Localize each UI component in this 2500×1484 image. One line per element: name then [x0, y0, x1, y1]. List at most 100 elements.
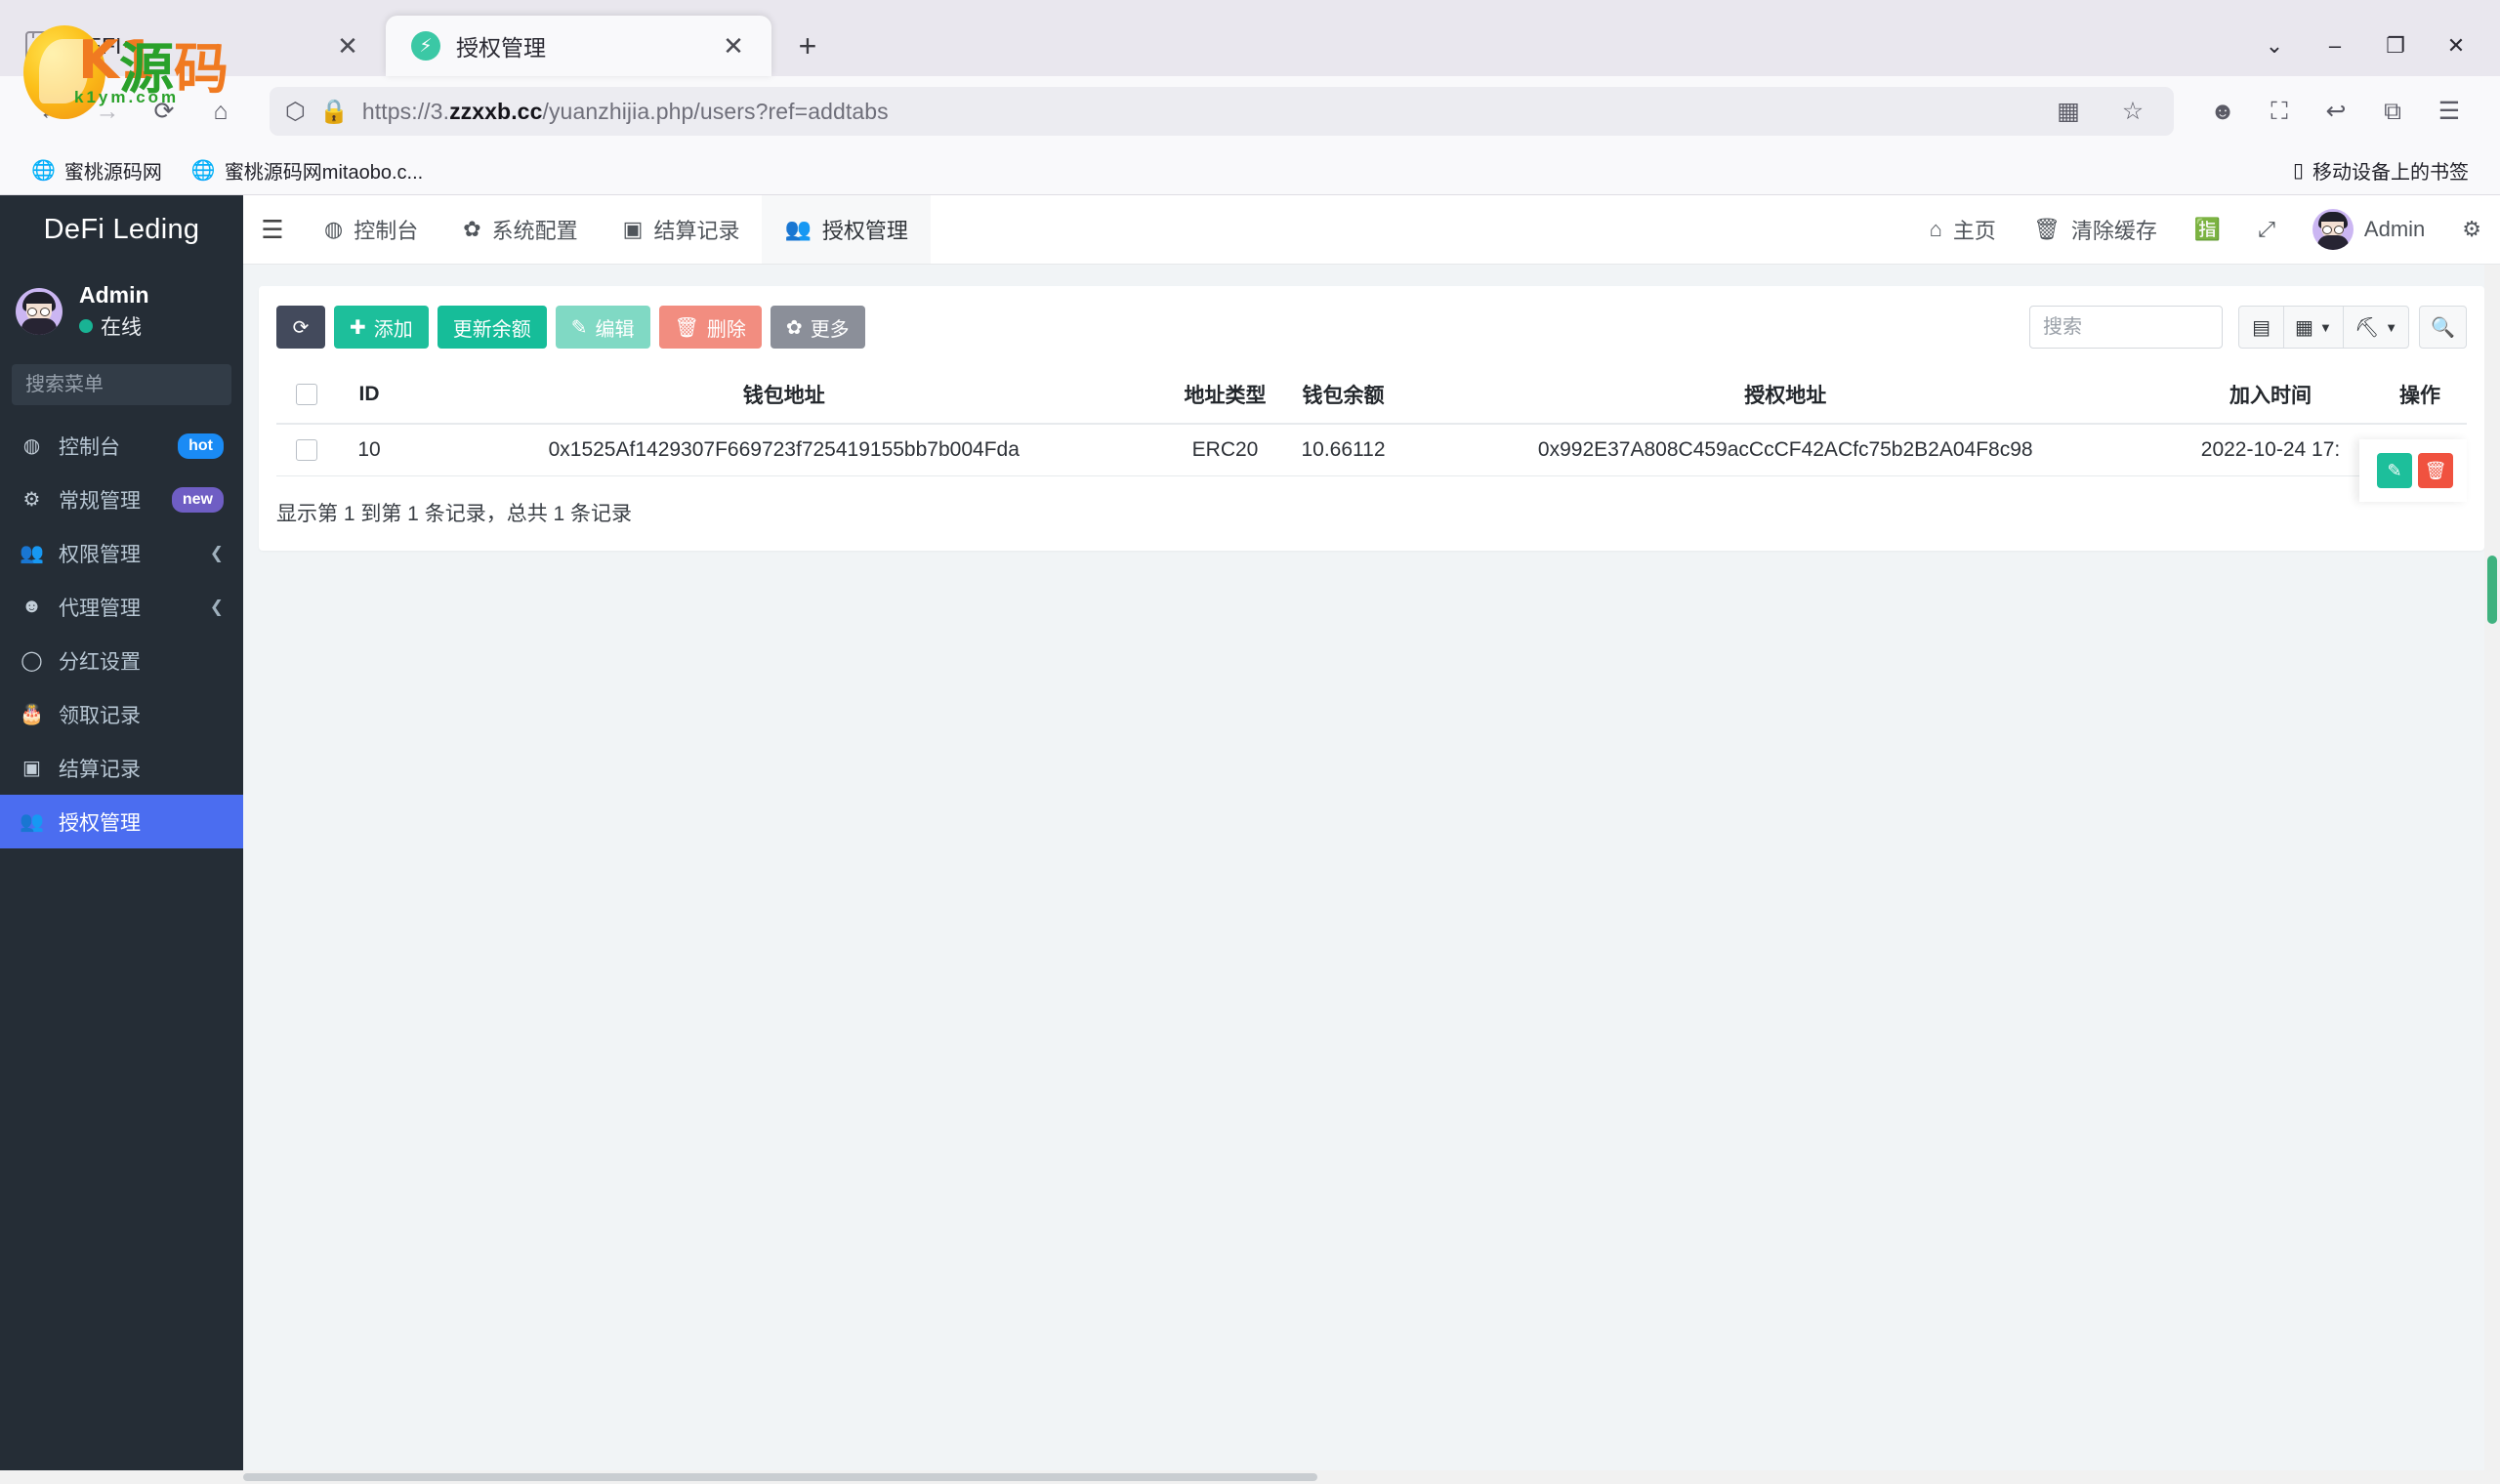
delete-label: 删除: [706, 318, 746, 341]
browser-tab-active[interactable]: ⚡ 授权管理 ✕: [386, 16, 771, 76]
new-tab-button[interactable]: +: [785, 23, 830, 68]
maximize-icon[interactable]: ❐: [2365, 23, 2426, 68]
home-button[interactable]: ⌂ 主页: [1911, 195, 2015, 264]
tab-authorization-management[interactable]: 👥 授权管理: [762, 195, 931, 264]
sidebar-item-general-management[interactable]: ⚙ 常规管理 new: [0, 473, 243, 526]
undo-icon[interactable]: ↩: [2311, 86, 2361, 137]
tab-settlement-records[interactable]: ▣ 结算记录: [601, 195, 763, 264]
tab-dashboard[interactable]: ◍ 控制台: [302, 195, 440, 264]
search-input[interactable]: [2043, 315, 2210, 339]
avatar: [2312, 209, 2354, 250]
row-edit-button[interactable]: ✎: [2377, 453, 2412, 488]
sidebar-item-dividend-settings[interactable]: ◯ 分红设置: [0, 634, 243, 687]
user-menu-button[interactable]: Admin: [2294, 195, 2443, 264]
list-all-tabs-icon[interactable]: ⌄: [2244, 23, 2305, 68]
screenshot-icon[interactable]: ⛶: [2254, 86, 2305, 137]
hamburger-icon[interactable]: ☰: [243, 195, 302, 264]
lock-icon[interactable]: 🔒: [319, 86, 349, 137]
more-button[interactable]: ✿ 更多: [770, 306, 865, 349]
fullscreen-button[interactable]: ⤢: [2239, 195, 2294, 264]
bookmark-star-icon[interactable]: ☆: [2107, 86, 2158, 137]
close-window-icon[interactable]: ✕: [2426, 23, 2486, 68]
browser-tab-inactive[interactable]: DEFI ✕: [0, 16, 386, 76]
grid-columns-icon: ▦: [2295, 316, 2313, 339]
cell-address-type[interactable]: ERC20: [1166, 424, 1284, 476]
list-view-button[interactable]: ▤: [2238, 306, 2285, 349]
tab-system-config[interactable]: ✿ 系统配置: [440, 195, 600, 264]
table-wrapper: ID 钱包地址 地址类型 钱包余额 授权地址 加入时间 操作 10 0x1525…: [276, 366, 2467, 502]
profile-status: 在线: [79, 311, 149, 341]
export-button[interactable]: ⛏ ▼: [2342, 306, 2410, 349]
menu-search-input[interactable]: [25, 373, 243, 396]
sidebar-item-authorization-management[interactable]: 👥 授权管理: [0, 795, 243, 848]
badge-hot: hot: [178, 433, 224, 459]
select-all-header[interactable]: [276, 366, 337, 425]
horizontal-scrollbar[interactable]: [0, 1470, 2500, 1484]
row-select-cell[interactable]: [276, 424, 337, 476]
header-id[interactable]: ID: [337, 366, 401, 425]
chevron-down-icon: ▼: [2318, 319, 2332, 335]
table-row[interactable]: 10 0x1525Af1429307F669723f725419155bb7b0…: [276, 424, 2467, 476]
refresh-icon: ⟳: [292, 316, 310, 339]
forward-icon[interactable]: →: [82, 86, 133, 137]
mobile-bookmarks-item[interactable]: ▯ 移动设备上的书签: [2283, 151, 2479, 189]
online-dot-icon: [79, 319, 93, 333]
table-footer-info: 显示第 1 到第 1 条记录，总共 1 条记录: [276, 503, 633, 525]
sidebar-item-label: 结算记录: [59, 758, 141, 781]
minimize-icon[interactable]: –: [2305, 23, 2365, 68]
header-actions: 操作: [2373, 366, 2467, 425]
refresh-button[interactable]: ⟳: [276, 306, 325, 349]
header-balance[interactable]: 钱包余额: [1283, 366, 1403, 425]
badge-new: new: [171, 486, 224, 513]
header-auth-address[interactable]: 授权地址: [1402, 366, 2168, 425]
extensions-icon[interactable]: ⧉: [2367, 86, 2418, 137]
bookmark-item[interactable]: 🌐 蜜桃源码网mitaobo.c...: [182, 151, 433, 189]
search-box[interactable]: [2029, 306, 2224, 349]
header-address-type[interactable]: 地址类型: [1166, 366, 1284, 425]
app-menu-icon[interactable]: ☰: [2424, 86, 2475, 137]
search-submit-button[interactable]: 🔍: [2419, 306, 2467, 349]
select-all-checkbox[interactable]: [296, 384, 317, 406]
vertical-scrollbar[interactable]: [2484, 265, 2500, 1484]
shield-icon[interactable]: ⬡: [285, 86, 306, 137]
sidebar-item-dashboard[interactable]: ◍ 控制台 hot: [0, 419, 243, 473]
address-bar[interactable]: ⬡ 🔒 https://3.zzxxb.cc/yuanzhijia.php/us…: [270, 87, 2174, 136]
tab-label: 结算记录: [653, 219, 740, 243]
export-icon: ⛏: [2354, 316, 2380, 339]
update-balance-button[interactable]: 更新余额: [437, 306, 547, 349]
clear-cache-button[interactable]: 🗑 清除缓存: [2015, 195, 2176, 264]
menu-search-box[interactable]: 🔍: [12, 364, 243, 405]
account-icon[interactable]: ☻: [2197, 86, 2248, 137]
close-icon[interactable]: ✕: [717, 29, 750, 62]
add-button[interactable]: ✚ 添加: [334, 306, 429, 349]
sidebar-profile[interactable]: Admin 在线: [0, 265, 243, 349]
sidebar-item-claim-records[interactable]: 🎂 领取记录: [0, 687, 243, 741]
qr-code-icon[interactable]: ▦: [2043, 86, 2094, 137]
close-icon[interactable]: ✕: [331, 29, 364, 62]
settings-button[interactable]: ⚙: [2443, 195, 2500, 264]
topnav-right: ⌂ 主页 🗑 清除缓存 🈯 ⤢ Admin ⚙: [1911, 195, 2500, 264]
back-icon[interactable]: ←: [25, 86, 76, 137]
search-icon: 🔍: [2431, 316, 2455, 339]
sidebar-item-agent-management[interactable]: ☻ 代理管理 ❮: [0, 580, 243, 634]
scrollbar-thumb[interactable]: [243, 1473, 1317, 1481]
dashboard-icon: ◍: [324, 217, 344, 241]
header-wallet-address[interactable]: 钱包地址: [401, 366, 1167, 425]
language-button[interactable]: 🈯: [2176, 195, 2239, 264]
sidebar-item-permission-management[interactable]: 👥 权限管理 ❮: [0, 526, 243, 580]
header-join-time[interactable]: 加入时间: [2168, 366, 2373, 425]
row-delete-button[interactable]: 🗑: [2418, 453, 2453, 488]
row-checkbox[interactable]: [296, 439, 317, 462]
edit-button[interactable]: ✎ 编辑: [555, 306, 650, 349]
columns-toggle-button[interactable]: ▦ ▼: [2283, 306, 2344, 349]
users-icon: 👥: [20, 543, 44, 564]
sidebar-item-settlement-records[interactable]: ▣ 结算记录: [0, 741, 243, 795]
scrollbar-thumb[interactable]: [2487, 556, 2497, 624]
gears-icon: ⚙: [22, 489, 41, 511]
user-menu-label: Admin: [2363, 217, 2426, 241]
home-icon[interactable]: ⌂: [195, 86, 246, 137]
bookmarks-bar: 🌐 蜜桃源码网 🌐 蜜桃源码网mitaobo.c... ▯ 移动设备上的书签: [0, 146, 2500, 195]
reload-icon[interactable]: ⟳: [139, 86, 189, 137]
delete-button[interactable]: 🗑 删除: [658, 306, 762, 349]
bookmark-item[interactable]: 🌐 蜜桃源码网: [21, 151, 172, 189]
